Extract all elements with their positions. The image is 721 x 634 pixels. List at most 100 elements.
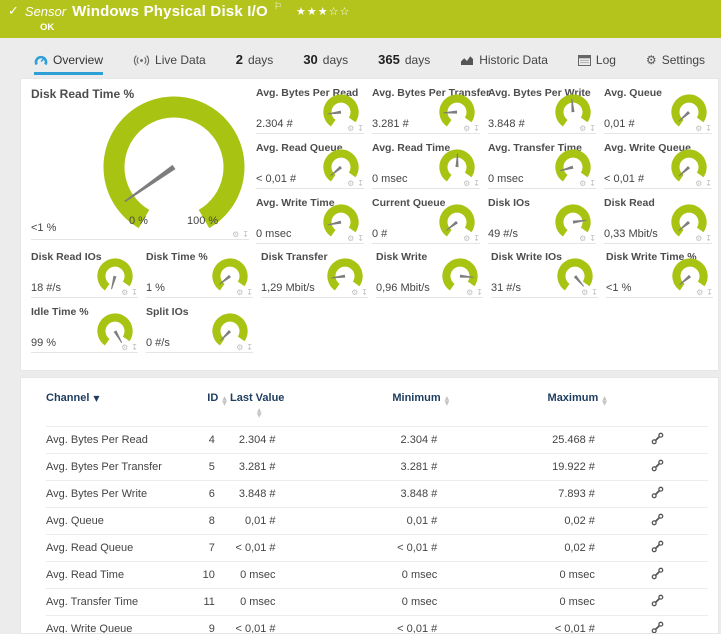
star-empty-icon[interactable]: ☆: [329, 5, 340, 18]
cell-channel: Avg. Bytes Per Transfer: [46, 454, 193, 481]
channel-settings-wrench-icon[interactable]: [651, 594, 664, 610]
gauge-pin-down-icon[interactable]: ↧: [589, 235, 596, 243]
tab-30-days[interactable]: 30 days: [303, 52, 348, 75]
table-row: Avg. Write Queue 9 < 0,01 # < 0,01 # < 0…: [46, 616, 708, 634]
sort-icon: ▲▼: [445, 396, 450, 406]
gauge-pin-down-icon[interactable]: ↧: [589, 180, 596, 188]
gauge-gear-icon[interactable]: ⚙: [579, 180, 586, 188]
column-header-minimum[interactable]: Minimum▲▼: [288, 388, 450, 427]
gauge-pin-down-icon[interactable]: ↧: [131, 289, 138, 297]
gauge-gear-icon[interactable]: ⚙: [463, 235, 470, 243]
gauge-value: < 0,01 #: [604, 173, 644, 185]
gauge-value: 0 #: [372, 228, 387, 240]
sensor-header: ✓ Sensor Windows Physical Disk I/O ⚐ ★★★…: [0, 0, 721, 38]
cell-id: 9: [193, 616, 227, 634]
tab-label: days: [323, 53, 348, 67]
gauge-pin-down-icon[interactable]: ↧: [473, 125, 480, 133]
gear-icon: ⚙: [646, 53, 657, 67]
gauge-gear-icon[interactable]: ⚙: [463, 180, 470, 188]
gauge-gear-icon[interactable]: ⚙: [347, 180, 354, 188]
cell-channel: Avg. Read Queue: [46, 535, 193, 562]
gauge-pin-down-icon[interactable]: ↧: [473, 235, 480, 243]
tab-live-data[interactable]: Live Data: [133, 53, 206, 75]
main-gauge: [89, 89, 259, 239]
gauge-pin-down-icon[interactable]: ↧: [246, 289, 253, 297]
gauge-pin-down-icon[interactable]: ↧: [706, 289, 713, 297]
gauge-pin-down-icon[interactable]: ↧: [246, 344, 253, 352]
star-filled-icon[interactable]: ★: [318, 5, 329, 18]
gauge-cell: Avg. Bytes Per Read 2.304 # ⚙ ↧: [256, 87, 364, 134]
tab-2-days[interactable]: 2 days: [236, 52, 274, 75]
gauge-gear-icon[interactable]: ⚙: [579, 235, 586, 243]
gauge-pin-down-icon[interactable]: ↧: [131, 344, 138, 352]
cell-last-value: < 0,01 #: [227, 616, 288, 634]
tab-overview[interactable]: Overview: [34, 53, 103, 75]
gauge-gear-icon[interactable]: ⚙: [696, 289, 703, 297]
gauge-pin-down-icon[interactable]: ↧: [476, 289, 483, 297]
tab-historic-data[interactable]: Historic Data: [460, 53, 548, 75]
gauge-pin-down-icon[interactable]: ↧: [705, 125, 712, 133]
cell-minimum: < 0,01 #: [288, 616, 450, 634]
gauge-gear-icon[interactable]: ⚙: [121, 289, 128, 297]
gauge-value: 0 #/s: [146, 337, 170, 349]
gauge-gear-icon[interactable]: ⚙: [466, 289, 473, 297]
column-header-last-value[interactable]: Last Value▲▼: [227, 388, 288, 427]
column-header-maximum[interactable]: Maximum▲▼: [449, 388, 607, 427]
tab-label: Log: [596, 53, 616, 67]
flag-icon[interactable]: ⚐: [274, 2, 282, 12]
gauge-pin-down-icon[interactable]: ↧: [242, 231, 249, 239]
tab-log[interactable]: Log: [578, 53, 616, 75]
gauge-gear-icon[interactable]: ⚙: [695, 180, 702, 188]
gauge-gear-icon[interactable]: ⚙: [579, 125, 586, 133]
gauge-gear-icon[interactable]: ⚙: [347, 235, 354, 243]
cell-maximum: 0 msec: [449, 562, 607, 589]
gauge-pin-down-icon[interactable]: ↧: [473, 180, 480, 188]
star-empty-icon[interactable]: ☆: [339, 5, 350, 18]
gauge-gear-icon[interactable]: ⚙: [347, 125, 354, 133]
cell-last-value: 3.848 #: [227, 481, 288, 508]
cell-minimum: 3.281 #: [288, 454, 450, 481]
channel-settings-wrench-icon[interactable]: [651, 486, 664, 502]
cell-maximum: 7.893 #: [449, 481, 607, 508]
gauge-pin-down-icon[interactable]: ↧: [705, 235, 712, 243]
cell-id: 5: [193, 454, 227, 481]
gauge-pin-down-icon[interactable]: ↧: [361, 289, 368, 297]
gauge-value: <1 %: [606, 282, 631, 294]
table-row: Avg. Bytes Per Write 6 3.848 # 3.848 # 7…: [46, 481, 708, 508]
column-header-id[interactable]: ID▲▼: [193, 388, 227, 427]
cell-channel: Avg. Write Queue: [46, 616, 193, 634]
gauge-gear-icon[interactable]: ⚙: [695, 125, 702, 133]
gauge-pin-down-icon[interactable]: ↧: [357, 180, 364, 188]
channel-settings-wrench-icon[interactable]: [651, 621, 664, 634]
channel-settings-wrench-icon[interactable]: [651, 513, 664, 529]
gauge-pin-down-icon[interactable]: ↧: [589, 125, 596, 133]
status-check-icon: ✓: [8, 4, 19, 19]
channel-settings-wrench-icon[interactable]: [651, 540, 664, 556]
cell-id: 4: [193, 427, 227, 454]
priority-stars[interactable]: ★★★☆☆: [296, 5, 350, 18]
channel-settings-wrench-icon[interactable]: [651, 567, 664, 583]
gauge-pin-down-icon[interactable]: ↧: [357, 235, 364, 243]
gauge-gear-icon[interactable]: ⚙: [581, 289, 588, 297]
gauge-pin-down-icon[interactable]: ↧: [591, 289, 598, 297]
cell-id: 7: [193, 535, 227, 562]
star-filled-icon[interactable]: ★: [296, 5, 307, 18]
tab-365-days[interactable]: 365 days: [378, 52, 430, 75]
gauge-gear-icon[interactable]: ⚙: [232, 231, 239, 239]
star-filled-icon[interactable]: ★: [307, 5, 318, 18]
gauge-gear-icon[interactable]: ⚙: [236, 344, 243, 352]
cell-id: 8: [193, 508, 227, 535]
channel-settings-wrench-icon[interactable]: [651, 432, 664, 448]
gauge-pin-down-icon[interactable]: ↧: [357, 125, 364, 133]
gauge-value: 0 msec: [488, 173, 523, 185]
gauge-pin-down-icon[interactable]: ↧: [705, 180, 712, 188]
gauge-gear-icon[interactable]: ⚙: [121, 344, 128, 352]
tab-label: Historic Data: [479, 53, 548, 67]
tab-settings[interactable]: ⚙ Settings: [646, 53, 705, 75]
gauge-gear-icon[interactable]: ⚙: [695, 235, 702, 243]
gauge-gear-icon[interactable]: ⚙: [236, 289, 243, 297]
column-header-channel[interactable]: Channel▼: [46, 388, 193, 427]
gauge-gear-icon[interactable]: ⚙: [351, 289, 358, 297]
channel-settings-wrench-icon[interactable]: [651, 459, 664, 475]
gauge-gear-icon[interactable]: ⚙: [463, 125, 470, 133]
